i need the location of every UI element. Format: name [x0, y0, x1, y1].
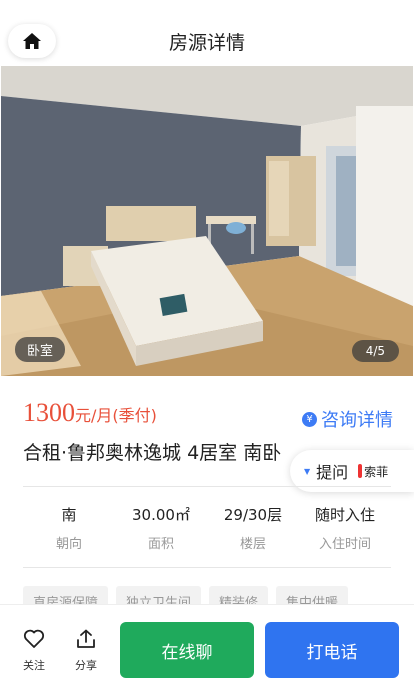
- price-value: 1300: [23, 398, 75, 427]
- stat-label: 面积: [147, 537, 174, 552]
- heart-icon: [23, 629, 45, 648]
- stat-label: 楼层: [239, 537, 266, 552]
- ask-label: 提问: [316, 463, 349, 482]
- brand-logo-icon: [358, 464, 363, 478]
- consult-details-button[interactable]: ¥ 咨询详情: [302, 406, 393, 432]
- room-photo[interactable]: 卧室 4/5: [1, 66, 413, 376]
- house-stats: 南 朝向 30.00㎡ 面积 29/30层 楼层 随时入住 入住时间: [23, 504, 391, 554]
- stat-orientation: 南 朝向: [23, 504, 115, 554]
- bottom-action-bar: 关注 分享 在线聊 打电话: [0, 604, 414, 692]
- share-icon: [77, 629, 95, 648]
- stat-area: 30.00㎡ 面积: [115, 504, 207, 554]
- room-type-tag: 卧室: [15, 337, 66, 362]
- stat-value: 30.00㎡: [132, 506, 190, 524]
- brand-badge: 索菲: [358, 463, 388, 480]
- consult-label: 咨询详情: [321, 410, 393, 431]
- brand-name: 索菲: [364, 464, 389, 479]
- room-photo-image: [1, 66, 413, 376]
- divider: [23, 486, 391, 487]
- online-chat-button[interactable]: 在线聊: [120, 622, 254, 678]
- house-name: 合租·鲁邦奥林逸城 4居室 南卧: [23, 442, 282, 464]
- stat-value: 29/30层: [223, 506, 283, 524]
- stat-label: 入住时间: [318, 537, 371, 552]
- follow-label: 关注: [23, 659, 45, 672]
- price-unit: 元/月(季付): [75, 406, 157, 425]
- stat-move-in: 随时入住 入住时间: [299, 504, 391, 554]
- follow-button[interactable]: 关注: [14, 629, 54, 673]
- yuan-icon: ¥: [302, 411, 317, 427]
- phone-call-button[interactable]: 打电话: [265, 622, 399, 678]
- header: 房源详情: [0, 0, 414, 66]
- stat-value: 随时入住: [314, 506, 375, 524]
- page-title: 房源详情: [168, 32, 245, 54]
- stat-floor: 29/30层 楼层: [207, 504, 299, 554]
- divider: [23, 567, 391, 568]
- photo-counter: 4/5: [351, 340, 399, 362]
- price-row: 1300元/月(季付) ¥ 咨询详情: [23, 398, 393, 432]
- stat-label: 朝向: [55, 537, 82, 552]
- share-label: 分享: [75, 659, 97, 672]
- stat-value: 南: [61, 506, 77, 524]
- share-button[interactable]: 分享: [66, 629, 106, 673]
- caret-down-icon: ▼: [304, 466, 311, 476]
